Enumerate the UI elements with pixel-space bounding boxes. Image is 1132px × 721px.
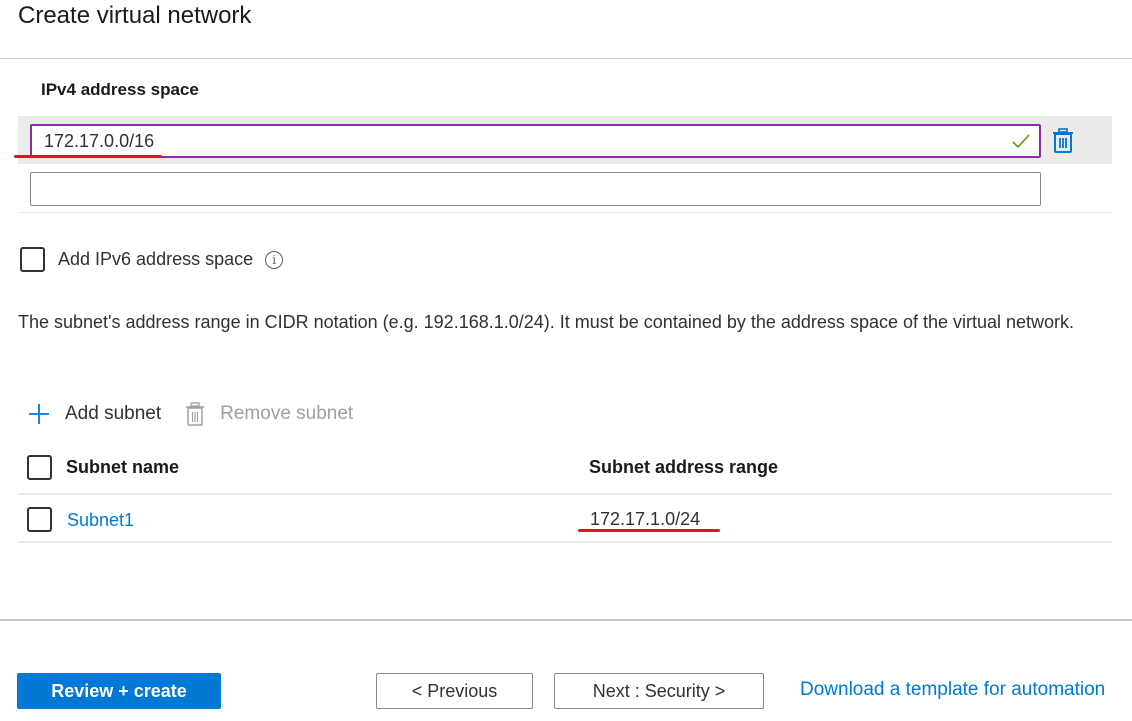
valid-check-icon [1012,134,1030,149]
select-all-checkbox[interactable] [27,455,52,480]
remove-subnet-label: Remove subnet [220,403,354,424]
next-security-button[interactable]: Next : Security > [554,673,764,709]
add-ipv6-row: Add IPv6 address space i [20,247,284,272]
subnet-description: The subnet's address range in CIDR notat… [18,312,1075,332]
ipv4-address-input-new[interactable] [30,172,1041,206]
review-create-button[interactable]: Review + create [17,673,221,709]
column-header-address-range: Subnet address range [589,457,779,477]
ipv4-address-row: 172.17.0.0/16 [18,116,1112,164]
info-icon[interactable]: i [265,250,284,269]
annotation-underline [578,529,720,532]
add-subnet-button[interactable]: Add subnet [28,403,161,425]
column-header-subnet-name: Subnet name [66,457,180,477]
subnet-address-range: 172.17.1.0/24 [590,509,701,529]
ipv4-address-row-empty [18,164,1112,213]
add-subnet-label: Add subnet [65,403,162,424]
row-checkbox[interactable] [27,507,52,532]
subnet-name-link[interactable]: Subnet1 [67,510,134,531]
ipv4-address-input[interactable]: 172.17.0.0/16 [30,124,1041,158]
header-divider [0,58,1132,59]
delete-address-icon[interactable] [1052,128,1074,154]
plus-icon [29,404,49,424]
subnet-toolbar: Add subnet Remove subnet [28,402,353,426]
remove-subnet-button[interactable]: Remove subnet [185,402,353,426]
ipv4-address-value: 172.17.0.0/16 [44,131,155,151]
add-ipv6-checkbox[interactable] [20,247,45,272]
subnet-table-header: Subnet name Subnet address range [18,444,1112,495]
footer-divider [0,619,1132,621]
page-title: Create virtual network [18,2,252,29]
add-ipv6-label[interactable]: Add IPv6 address space [58,249,253,270]
trash-icon [186,402,205,426]
download-template-link[interactable]: Download a template for automation [800,679,1105,701]
ipv4-address-space-label: IPv4 address space [41,80,199,99]
previous-button[interactable]: < Previous [376,673,533,709]
table-row: Subnet1 172.17.1.0/24 [18,496,1112,543]
annotation-underline [14,155,162,158]
